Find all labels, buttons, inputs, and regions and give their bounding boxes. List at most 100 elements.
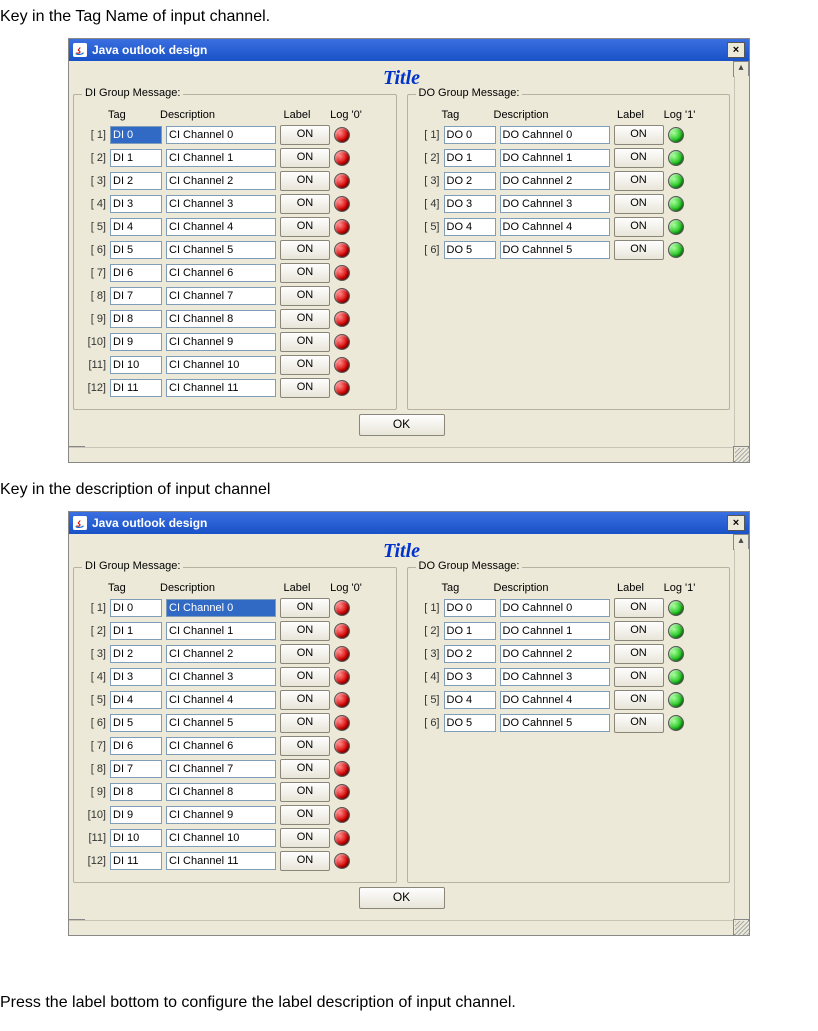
label-button[interactable]: ON bbox=[280, 644, 330, 664]
label-button[interactable]: ON bbox=[280, 667, 330, 687]
label-button[interactable]: ON bbox=[280, 713, 330, 733]
description-input[interactable]: DO Cahnnel 5 bbox=[500, 241, 610, 259]
description-input[interactable]: DO Cahnnel 3 bbox=[500, 668, 610, 686]
tag-input[interactable]: DO 2 bbox=[444, 172, 496, 190]
description-input[interactable]: CI Channel 5 bbox=[166, 714, 276, 732]
description-input[interactable]: CI Channel 2 bbox=[166, 172, 276, 190]
label-button[interactable]: ON bbox=[614, 667, 664, 687]
description-input[interactable]: DO Cahnnel 1 bbox=[500, 622, 610, 640]
tag-input[interactable]: DI 9 bbox=[110, 333, 162, 351]
resize-grip-icon[interactable] bbox=[735, 448, 749, 462]
tag-input[interactable]: DI 11 bbox=[110, 852, 162, 870]
description-input[interactable]: CI Channel 0 bbox=[166, 126, 276, 144]
label-button[interactable]: ON bbox=[280, 355, 330, 375]
label-button[interactable]: ON bbox=[614, 644, 664, 664]
label-button[interactable]: ON bbox=[280, 171, 330, 191]
label-button[interactable]: ON bbox=[614, 217, 664, 237]
description-input[interactable]: CI Channel 6 bbox=[166, 737, 276, 755]
tag-input[interactable]: DI 4 bbox=[110, 218, 162, 236]
tag-input[interactable]: DO 3 bbox=[444, 668, 496, 686]
tag-input[interactable]: DO 1 bbox=[444, 622, 496, 640]
tag-input[interactable]: DI 2 bbox=[110, 645, 162, 663]
label-button[interactable]: ON bbox=[280, 851, 330, 871]
ok-button[interactable]: OK bbox=[359, 887, 445, 909]
description-input[interactable]: CI Channel 0 bbox=[166, 599, 276, 617]
resize-grip-icon[interactable] bbox=[735, 921, 749, 935]
label-button[interactable]: ON bbox=[280, 759, 330, 779]
tag-input[interactable]: DI 10 bbox=[110, 356, 162, 374]
label-button[interactable]: ON bbox=[280, 148, 330, 168]
description-input[interactable]: DO Cahnnel 4 bbox=[500, 691, 610, 709]
description-input[interactable]: CI Channel 3 bbox=[166, 195, 276, 213]
description-input[interactable]: DO Cahnnel 0 bbox=[500, 126, 610, 144]
description-input[interactable]: CI Channel 7 bbox=[166, 760, 276, 778]
scrollbar-horizontal[interactable] bbox=[69, 920, 734, 935]
scrollbar-horizontal[interactable] bbox=[69, 447, 734, 462]
description-input[interactable]: CI Channel 9 bbox=[166, 806, 276, 824]
description-input[interactable]: CI Channel 4 bbox=[166, 218, 276, 236]
tag-input[interactable]: DO 1 bbox=[444, 149, 496, 167]
tag-input[interactable]: DI 0 bbox=[110, 126, 162, 144]
tag-input[interactable]: DI 6 bbox=[110, 264, 162, 282]
close-button[interactable]: × bbox=[727, 515, 745, 531]
description-input[interactable]: CI Channel 9 bbox=[166, 333, 276, 351]
description-input[interactable]: CI Channel 11 bbox=[166, 379, 276, 397]
label-button[interactable]: ON bbox=[614, 125, 664, 145]
tag-input[interactable]: DI 8 bbox=[110, 783, 162, 801]
ok-button[interactable]: OK bbox=[359, 414, 445, 436]
tag-input[interactable]: DI 1 bbox=[110, 149, 162, 167]
label-button[interactable]: ON bbox=[280, 621, 330, 641]
tag-input[interactable]: DO 5 bbox=[444, 714, 496, 732]
label-button[interactable]: ON bbox=[280, 782, 330, 802]
label-button[interactable]: ON bbox=[614, 598, 664, 618]
description-input[interactable]: CI Channel 2 bbox=[166, 645, 276, 663]
label-button[interactable]: ON bbox=[614, 690, 664, 710]
scroll-up-icon[interactable]: ▴ bbox=[733, 61, 749, 77]
description-input[interactable]: CI Channel 7 bbox=[166, 287, 276, 305]
description-input[interactable]: CI Channel 6 bbox=[166, 264, 276, 282]
tag-input[interactable]: DI 3 bbox=[110, 195, 162, 213]
description-input[interactable]: CI Channel 11 bbox=[166, 852, 276, 870]
description-input[interactable]: DO Cahnnel 5 bbox=[500, 714, 610, 732]
label-button[interactable]: ON bbox=[280, 598, 330, 618]
label-button[interactable]: ON bbox=[280, 309, 330, 329]
description-input[interactable]: CI Channel 1 bbox=[166, 622, 276, 640]
label-button[interactable]: ON bbox=[614, 171, 664, 191]
label-button[interactable]: ON bbox=[614, 148, 664, 168]
tag-input[interactable]: DI 0 bbox=[110, 599, 162, 617]
tag-input[interactable]: DI 1 bbox=[110, 622, 162, 640]
scroll-up-icon[interactable]: ▴ bbox=[733, 534, 749, 550]
tag-input[interactable]: DI 10 bbox=[110, 829, 162, 847]
description-input[interactable]: CI Channel 8 bbox=[166, 310, 276, 328]
tag-input[interactable]: DI 8 bbox=[110, 310, 162, 328]
close-button[interactable]: × bbox=[727, 42, 745, 58]
description-input[interactable]: CI Channel 4 bbox=[166, 691, 276, 709]
description-input[interactable]: CI Channel 10 bbox=[166, 356, 276, 374]
label-button[interactable]: ON bbox=[280, 217, 330, 237]
label-button[interactable]: ON bbox=[280, 194, 330, 214]
label-button[interactable]: ON bbox=[280, 736, 330, 756]
tag-input[interactable]: DO 5 bbox=[444, 241, 496, 259]
tag-input[interactable]: DO 4 bbox=[444, 691, 496, 709]
tag-input[interactable]: DI 5 bbox=[110, 241, 162, 259]
tag-input[interactable]: DI 3 bbox=[110, 668, 162, 686]
tag-input[interactable]: DI 2 bbox=[110, 172, 162, 190]
description-input[interactable]: CI Channel 5 bbox=[166, 241, 276, 259]
tag-input[interactable]: DO 4 bbox=[444, 218, 496, 236]
label-button[interactable]: ON bbox=[280, 263, 330, 283]
description-input[interactable]: CI Channel 10 bbox=[166, 829, 276, 847]
tag-input[interactable]: DI 6 bbox=[110, 737, 162, 755]
tag-input[interactable]: DO 0 bbox=[444, 599, 496, 617]
label-button[interactable]: ON bbox=[280, 805, 330, 825]
label-button[interactable]: ON bbox=[280, 690, 330, 710]
tag-input[interactable]: DI 7 bbox=[110, 760, 162, 778]
label-button[interactable]: ON bbox=[280, 828, 330, 848]
label-button[interactable]: ON bbox=[280, 125, 330, 145]
tag-input[interactable]: DO 3 bbox=[444, 195, 496, 213]
description-input[interactable]: CI Channel 1 bbox=[166, 149, 276, 167]
tag-input[interactable]: DI 11 bbox=[110, 379, 162, 397]
label-button[interactable]: ON bbox=[614, 713, 664, 733]
label-button[interactable]: ON bbox=[614, 194, 664, 214]
label-button[interactable]: ON bbox=[280, 240, 330, 260]
description-input[interactable]: DO Cahnnel 3 bbox=[500, 195, 610, 213]
